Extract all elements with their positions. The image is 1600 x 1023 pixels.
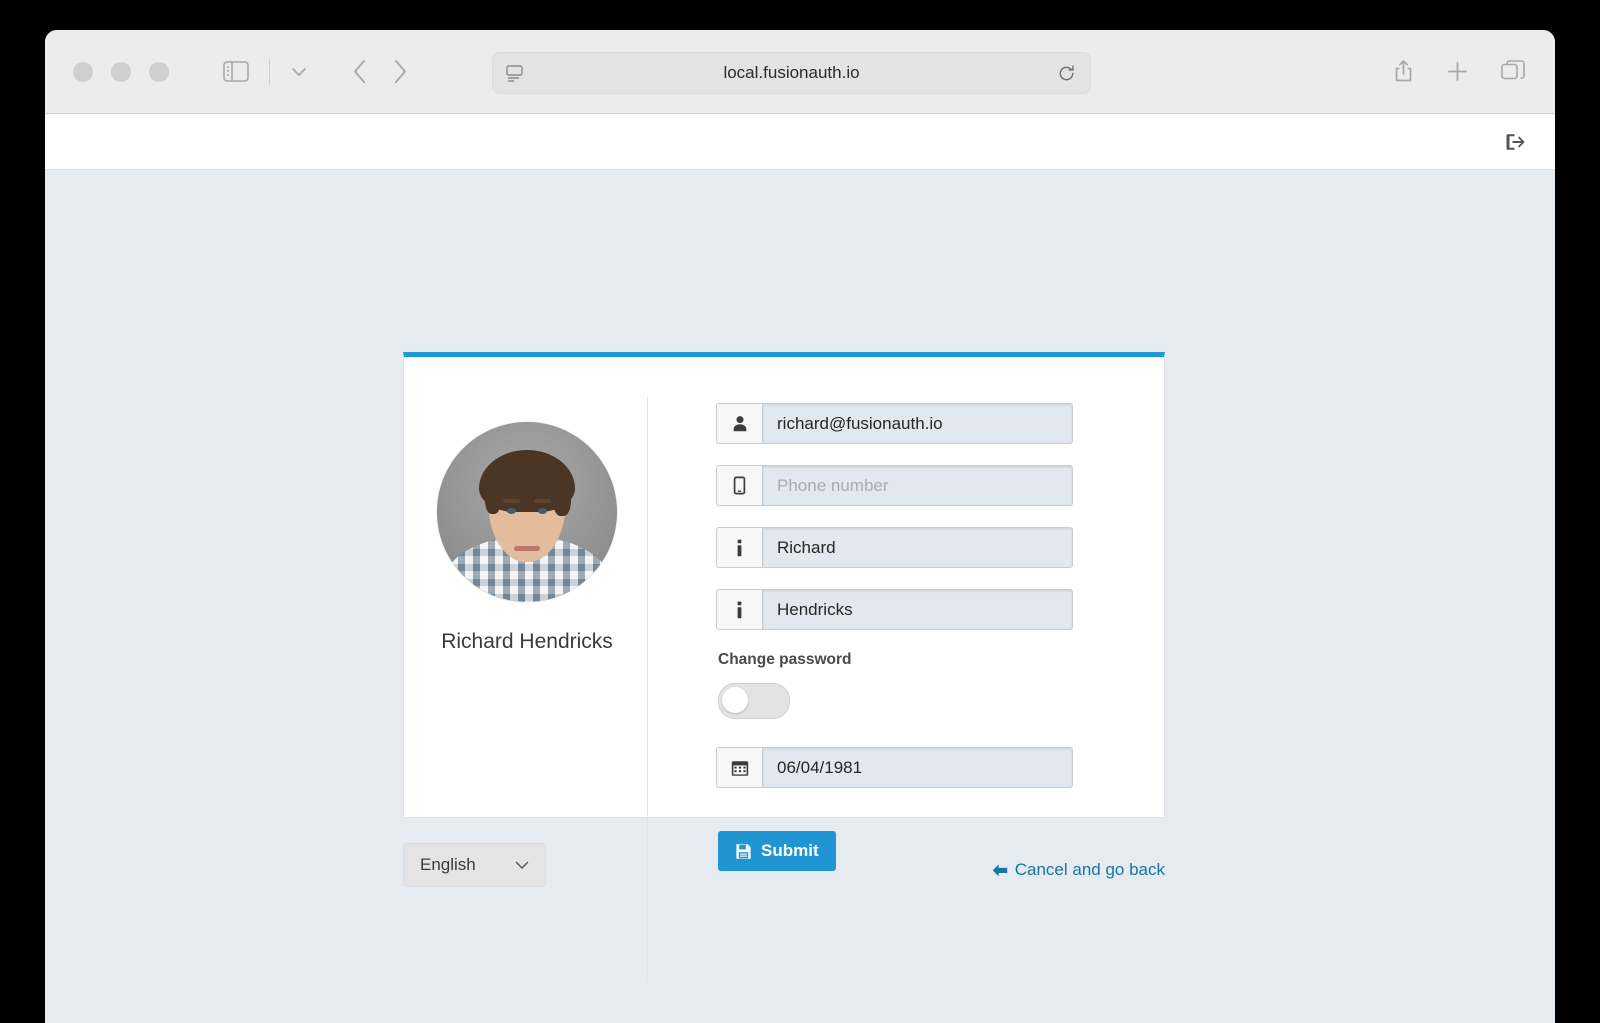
cancel-link-label: Cancel and go back [1014, 860, 1165, 879]
calendar-icon [716, 747, 762, 788]
email-field-group: richard@fusionauth.io [716, 403, 1073, 444]
profile-form: richard@fusionauth.io Phone number Richa… [648, 397, 1164, 871]
first-name-input[interactable]: Richard [762, 527, 1073, 568]
first-name-field-group: Richard [716, 527, 1073, 568]
back-arrow-icon[interactable] [352, 59, 367, 84]
info-icon [716, 527, 762, 568]
user-icon [716, 403, 762, 444]
birthdate-field-group: 06/04/1981 [716, 747, 1073, 788]
close-window-button[interactable] [73, 61, 93, 82]
url-text: local.fusionauth.io [723, 63, 860, 82]
avatar [437, 422, 617, 602]
plus-icon[interactable] [1446, 60, 1469, 83]
tab-overview-icon[interactable] [1501, 60, 1525, 83]
arrow-left-icon [992, 863, 1008, 878]
mobile-icon [716, 465, 762, 506]
cancel-and-go-back-link[interactable]: Cancel and go back [992, 860, 1165, 880]
language-select-value: English [420, 855, 476, 874]
reload-icon[interactable] [1057, 64, 1076, 83]
window-controls [73, 61, 169, 82]
browser-window: local.fusionauth.io Richard Hendricks ri… [45, 30, 1555, 1023]
logout-icon[interactable] [1505, 131, 1527, 153]
browser-toolbar: local.fusionauth.io [45, 30, 1555, 114]
chevron-down-icon [515, 861, 529, 870]
email-input[interactable]: richard@fusionauth.io [762, 403, 1073, 444]
profile-card: Richard Hendricks richard@fusionauth.io … [403, 352, 1165, 982]
share-icon[interactable] [1393, 59, 1414, 84]
maximize-window-button[interactable] [149, 61, 169, 82]
avatar-column: Richard Hendricks [407, 397, 648, 982]
last-name-field-group: Hendricks [716, 589, 1073, 630]
forward-arrow-icon[interactable] [393, 59, 408, 84]
last-name-input[interactable]: Hendricks [762, 589, 1073, 630]
address-bar[interactable]: local.fusionauth.io [492, 52, 1091, 94]
profile-display-name: Richard Hendricks [441, 630, 613, 653]
language-select[interactable]: English [403, 843, 546, 887]
info-icon [716, 589, 762, 630]
minimize-window-button[interactable] [111, 61, 131, 82]
page-body: Richard Hendricks richard@fusionauth.io … [45, 170, 1555, 1023]
birthdate-input[interactable]: 06/04/1981 [762, 747, 1073, 788]
navigation-arrows [352, 59, 408, 84]
reader-view-icon[interactable] [505, 64, 524, 83]
chevron-down-icon[interactable] [286, 59, 312, 85]
card-footer: English Cancel and go back [403, 843, 1165, 887]
change-password-label: Change password [718, 651, 852, 668]
sidebar-toggle-icon[interactable] [219, 58, 253, 86]
toolbar-right-group [1393, 59, 1525, 84]
toolbar-divider [269, 58, 270, 85]
phone-input[interactable]: Phone number [762, 465, 1073, 506]
screen: local.fusionauth.io Richard Hendricks ri… [0, 0, 1600, 1023]
phone-field-group: Phone number [716, 465, 1073, 506]
toolbar-left-group [219, 58, 408, 86]
change-password-toggle[interactable] [718, 683, 790, 719]
app-header [45, 114, 1555, 170]
toggle-knob [722, 687, 748, 713]
